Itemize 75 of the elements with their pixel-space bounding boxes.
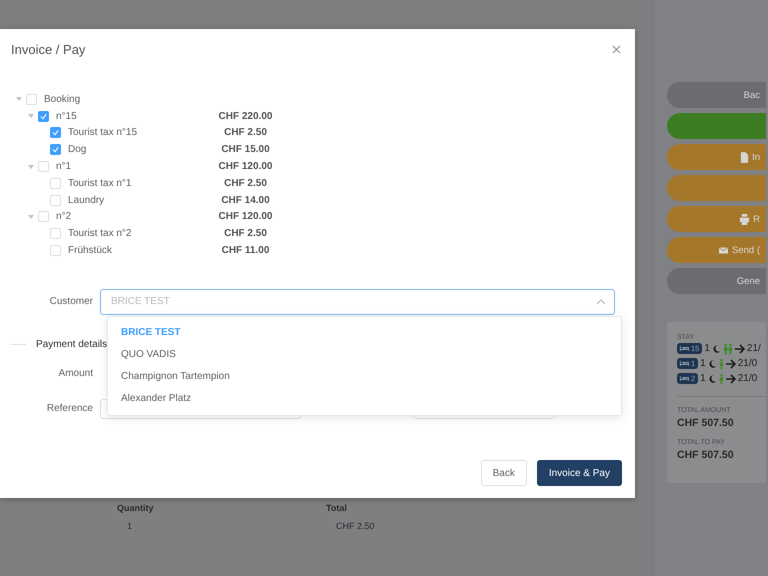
- document-icon: [740, 152, 750, 162]
- dropdown-option[interactable]: Champignon Tartempion: [108, 366, 621, 388]
- amount-text: CHF 11.00: [220, 245, 270, 256]
- nights-count: 1: [700, 373, 706, 384]
- amount-label: Amount: [58, 368, 94, 379]
- amount-text: CHF 2.50: [223, 178, 268, 189]
- checkbox[interactable]: [50, 144, 61, 156]
- check-icon: [52, 129, 59, 136]
- amount-text: CHF 14.00: [220, 194, 271, 206]
- tree-label: n°2: [56, 211, 72, 222]
- total-value: CHF 507.50: [677, 449, 735, 461]
- dropdown-option[interactable]: BRICE TEST: [108, 322, 621, 344]
- sidebar-button[interactable]: [667, 113, 766, 139]
- sidebar-button[interactable]: In: [667, 144, 766, 170]
- bed-icon: [680, 345, 689, 352]
- table-cell-text: 1: [126, 521, 134, 531]
- printer-icon: [739, 214, 750, 224]
- close-icon: [612, 45, 621, 54]
- amount-text: CHF 120.00: [218, 161, 273, 172]
- bed-icon: [680, 375, 689, 382]
- arrow-icon: [734, 344, 745, 354]
- checkbox[interactable]: [38, 110, 49, 122]
- caret-icon[interactable]: [28, 113, 34, 120]
- column-header: Total: [326, 503, 348, 513]
- sidebar-button[interactable]: R: [667, 206, 766, 232]
- amount-text: CHF 15.00: [220, 144, 271, 156]
- nights-count: 1: [700, 358, 706, 369]
- caret-icon[interactable]: [28, 214, 34, 220]
- section-heading: Payment details: [36, 338, 108, 350]
- close-button[interactable]: [610, 43, 623, 56]
- customer-label: Customer: [48, 296, 94, 308]
- tree-label: Tourist tax n°2: [68, 228, 132, 240]
- amount-text: CHF 2.50: [223, 228, 268, 240]
- tree-label: Laundry: [68, 194, 104, 206]
- tree-label: Tourist tax n°1: [68, 178, 132, 189]
- caret-icon[interactable]: [16, 96, 22, 102]
- people-icon: [722, 342, 733, 354]
- amount-text: CHF 220.00: [218, 110, 273, 122]
- date-text: 21/0: [738, 373, 758, 384]
- person-icon: [718, 358, 724, 370]
- tree-label: n°15: [56, 110, 77, 122]
- tree-label: Dog: [68, 144, 86, 156]
- check-icon: [40, 112, 47, 120]
- checkbox[interactable]: [50, 127, 61, 138]
- dialog-title: Invoice / Pay: [11, 42, 86, 57]
- person-icon: [718, 372, 724, 384]
- caret-icon[interactable]: [28, 164, 34, 170]
- envelope-icon: [718, 246, 729, 254]
- arrow-icon: [726, 358, 736, 368]
- tree-label: Frühstück: [68, 245, 112, 256]
- tree-label: n°1: [56, 161, 72, 172]
- chevron-up-icon: [596, 298, 606, 305]
- dropdown-option[interactable]: Alexander Platz: [108, 388, 621, 410]
- amount-text: CHF 2.50: [223, 127, 268, 138]
- column-header: Quantity: [117, 503, 155, 513]
- sidebar-button[interactable]: Gene: [667, 268, 766, 294]
- date-text: 21/: [746, 343, 761, 354]
- reference-label: Reference: [46, 403, 94, 414]
- nights-count: 1: [704, 343, 710, 354]
- tree-label: Booking: [44, 94, 80, 105]
- invoice-pay-button[interactable]: Invoice & Pay: [536, 460, 622, 486]
- sidebar-button[interactable]: Send (: [667, 237, 766, 263]
- check-icon: [52, 146, 59, 154]
- amount-text: CHF 120.00: [218, 211, 273, 222]
- total-value: CHF 507.50: [677, 417, 735, 429]
- table-cell-text: CHF 2.50: [335, 521, 376, 531]
- sidebar-button[interactable]: Bac: [667, 82, 766, 108]
- tree-label: Tourist tax n°15: [68, 127, 138, 138]
- bed-icon: [680, 360, 689, 367]
- customer-select[interactable]: BRICE TEST: [100, 288, 615, 315]
- date-text: 21/0: [738, 358, 758, 369]
- sidebar-button[interactable]: [667, 175, 766, 201]
- back-button[interactable]: Back: [480, 460, 527, 486]
- dropdown-option[interactable]: QUO VADIS: [108, 344, 621, 366]
- arrow-icon: [726, 374, 736, 384]
